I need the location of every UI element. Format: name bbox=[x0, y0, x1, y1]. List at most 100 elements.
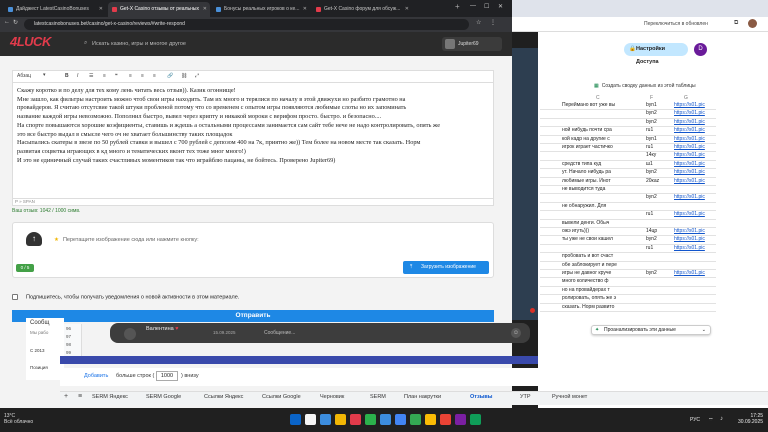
sheet-cell-link[interactable]: https://s01.pic bbox=[674, 119, 714, 125]
sheet-tab[interactable]: Ручной монет bbox=[552, 394, 587, 400]
pivot-suggestion[interactable]: ▦ Создать сводку данных из этой таблицы bbox=[594, 83, 696, 89]
close-window-icon[interactable]: ✕ bbox=[498, 3, 503, 10]
sheet-cell-f[interactable]: byn1 bbox=[646, 136, 672, 142]
sheet-cell-f[interactable]: byn2 bbox=[646, 110, 672, 116]
sheet-cell-c[interactable]: Переймано вот уже вы bbox=[562, 102, 644, 108]
sheet-cell-c[interactable]: средств типа куд bbox=[562, 161, 644, 167]
wifi-icon[interactable]: ⌔ bbox=[708, 416, 714, 424]
start-icon[interactable] bbox=[290, 414, 301, 425]
review-editor[interactable]: Скажу коротко и по делу для тех кому лен… bbox=[12, 83, 494, 199]
sheet-cell-link[interactable]: https://s01.pic bbox=[674, 152, 714, 158]
numbered-list-icon[interactable]: ≡ bbox=[103, 73, 106, 79]
sheet-cell-f[interactable]: ru1 bbox=[646, 127, 672, 133]
sheet-cell-f[interactable]: 14цр bbox=[646, 228, 672, 234]
align-center-icon[interactable]: ≡ bbox=[141, 73, 144, 79]
submit-button[interactable]: Отправить bbox=[12, 310, 494, 322]
sheet-tab[interactable]: SERM Яндекс bbox=[92, 394, 128, 400]
sheet-tab[interactable]: Черновик bbox=[320, 394, 344, 400]
reload-icon[interactable]: ↻ bbox=[13, 19, 18, 26]
chrome-icon[interactable] bbox=[395, 414, 406, 425]
share-button[interactable]: 🔒 Настройки Доступа bbox=[624, 43, 688, 65]
chevron-down-icon[interactable]: ⌄ bbox=[702, 326, 706, 335]
unlink-icon[interactable]: ⛓ bbox=[181, 73, 187, 79]
sheet-cell-c[interactable]: обе заблокирует и пере bbox=[562, 262, 644, 268]
upload-image-button[interactable]: ⤒ Загрузить изображение bbox=[403, 261, 489, 274]
url-field[interactable]: latestcasinobonuses.bet/casino/get-x-cas… bbox=[24, 19, 469, 30]
search-icon[interactable] bbox=[305, 414, 316, 425]
app-icon[interactable] bbox=[440, 414, 451, 425]
checkbox-icon[interactable] bbox=[12, 294, 18, 300]
sheet-cell-c[interactable]: пробовать и вот счаст bbox=[562, 253, 644, 259]
task-view-icon[interactable] bbox=[320, 414, 331, 425]
list-icon[interactable]: ☰ bbox=[89, 73, 93, 79]
close-icon[interactable]: ✕ bbox=[405, 2, 409, 17]
sheet-cell-c[interactable]: ты уже не свои кашел bbox=[562, 236, 644, 242]
app-icon[interactable] bbox=[410, 414, 421, 425]
language-indicator[interactable]: РУС bbox=[690, 417, 700, 423]
emoji-icon[interactable]: ☺ bbox=[511, 328, 521, 338]
new-tab-icon[interactable]: + bbox=[455, 2, 460, 11]
sheet-cell-c[interactable]: не выводится туда bbox=[562, 186, 644, 192]
sheet-cell-c[interactable]: ролировать, опять же э bbox=[562, 295, 644, 301]
sheet-cell-f[interactable]: byn2 bbox=[646, 236, 672, 242]
sheet-tab[interactable]: План накрутки bbox=[404, 394, 441, 400]
sheet-cell-link[interactable]: https://s01.pic bbox=[674, 144, 714, 150]
fullscreen-icon[interactable]: ⤢ bbox=[195, 73, 199, 79]
account-avatar[interactable]: D bbox=[694, 43, 707, 56]
column-header[interactable]: C bbox=[596, 95, 600, 101]
add-rows-input[interactable]: 1000 bbox=[156, 371, 178, 381]
site-logo[interactable]: 4LUCK bbox=[10, 34, 51, 49]
sheet-cell-f[interactable]: byn2 bbox=[646, 270, 672, 276]
format-select[interactable]: Абзац bbox=[17, 73, 31, 79]
sheet-cell-link[interactable]: https://s01.pic bbox=[674, 194, 714, 200]
site-search-input[interactable]: Искать казино, игры и многое другое bbox=[82, 37, 282, 51]
maximize-icon[interactable]: ☐ bbox=[484, 3, 489, 10]
sheet-cell-link[interactable]: https://s01.pic bbox=[674, 270, 714, 276]
weather-widget[interactable]: 13°C Всё облачно bbox=[4, 413, 33, 425]
close-icon[interactable]: ✕ bbox=[203, 2, 207, 17]
all-sheets-icon[interactable]: ≡ bbox=[78, 393, 82, 400]
file-explorer-icon[interactable] bbox=[335, 414, 346, 425]
browser-tab-4[interactable]: Get-X Casino форум для обсуж... ✕ bbox=[312, 2, 412, 17]
sheet-cell-c[interactable]: вывели денги. Обыч bbox=[562, 220, 644, 226]
quote-icon[interactable]: ❝ bbox=[115, 73, 118, 79]
sheet-cell-c[interactable]: любимые игры. Инот bbox=[562, 178, 644, 184]
sheet-cell-link[interactable]: https://s01.pic bbox=[674, 136, 714, 142]
column-header[interactable]: F bbox=[650, 95, 653, 101]
italic-icon[interactable]: I bbox=[77, 73, 78, 79]
sheet-cell-f[interactable]: byn2 bbox=[646, 169, 672, 175]
app-icon[interactable] bbox=[455, 414, 466, 425]
sheet-cell-f[interactable]: ru1 bbox=[646, 144, 672, 150]
sheet-cell-f[interactable]: byn2 bbox=[646, 119, 672, 125]
sheet-tab[interactable]: Ссылки Яндекс bbox=[204, 394, 243, 400]
sheet-cell-f[interactable]: ш1 bbox=[646, 161, 672, 167]
column-header[interactable]: G bbox=[684, 95, 688, 101]
extensions-icon[interactable]: ⧉ bbox=[734, 20, 738, 27]
sheet-tab[interactable]: УТР bbox=[520, 394, 531, 400]
browser-tab-2[interactable]: Get-X Casino отзывы от реальных ✕ bbox=[108, 2, 210, 17]
add-rows-button[interactable]: Добавить bbox=[84, 373, 108, 379]
browser-tab-3[interactable]: Бонусы реальных игроков о ке... ✕ bbox=[212, 2, 310, 17]
browser-tab-1[interactable]: Дайджест LatestCasinoBonuses ✕ bbox=[4, 2, 106, 17]
sheet-cell-f[interactable]: ru1 bbox=[646, 245, 672, 251]
sheet-cell-link[interactable]: https://s01.pic bbox=[674, 169, 714, 175]
sheet-cell-link[interactable]: https://s01.pic bbox=[674, 211, 714, 217]
sheet-cell-f[interactable]: byn1 bbox=[646, 102, 672, 108]
app-icon[interactable] bbox=[425, 414, 436, 425]
sheet-cell-link[interactable]: https://s01.pic bbox=[674, 228, 714, 234]
minimize-icon[interactable]: — bbox=[470, 3, 476, 9]
back-icon[interactable]: ← bbox=[4, 19, 10, 25]
clock[interactable]: 17:25 30.09.2025 bbox=[738, 413, 763, 425]
sheet-cell-f[interactable]: 14ку bbox=[646, 152, 672, 158]
sheet-cell-c[interactable]: игры не давног круче bbox=[562, 270, 644, 276]
sheet-cell-c[interactable]: ной нибудь почти сра bbox=[562, 127, 644, 133]
menu-dots-icon[interactable]: ⋮ bbox=[490, 19, 496, 26]
profile-avatar[interactable] bbox=[748, 19, 757, 28]
sheet-cell-c[interactable]: сказать. Норм развито bbox=[562, 304, 644, 310]
sheet-tab[interactable]: SERM Google bbox=[146, 394, 181, 400]
sheet-cell-c[interactable]: не обнаружил. Для bbox=[562, 203, 644, 209]
app-icon[interactable] bbox=[470, 414, 481, 425]
subscribe-checkbox[interactable]: Подпишитесь, чтобы получать уведомления … bbox=[12, 294, 239, 300]
close-icon[interactable]: ✕ bbox=[303, 2, 307, 17]
app-icon[interactable] bbox=[380, 414, 391, 425]
